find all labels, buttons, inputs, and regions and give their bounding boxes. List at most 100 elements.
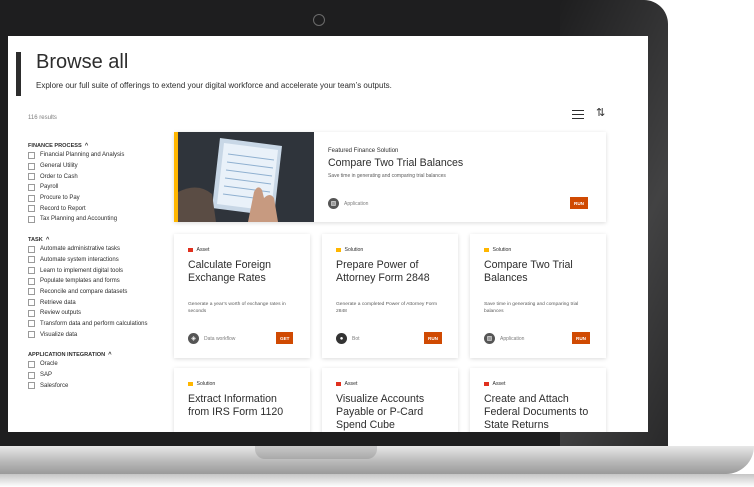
card-title[interactable]: Extract Information from IRS Form 1120 bbox=[188, 393, 300, 419]
run-button[interactable]: RUN bbox=[424, 332, 442, 344]
filter-option[interactable]: Automate administrative tasks bbox=[28, 244, 170, 255]
solution-square-icon bbox=[336, 247, 341, 253]
filter-option[interactable]: Transform data and perform calculations bbox=[28, 319, 170, 330]
filter-option[interactable]: Populate templates and forms bbox=[28, 276, 170, 287]
application-icon: ▧ bbox=[328, 198, 339, 209]
checkbox[interactable] bbox=[28, 173, 35, 181]
filter-option[interactable]: General Utility bbox=[28, 161, 170, 172]
checkbox[interactable] bbox=[28, 288, 35, 296]
laptop-shadow bbox=[0, 474, 754, 487]
checkbox[interactable] bbox=[28, 215, 35, 223]
filter-option[interactable]: Learn to implement digital tools bbox=[28, 265, 170, 276]
browser-screen: Browse all Explore our full suite of off… bbox=[8, 36, 648, 432]
filter-option[interactable]: Payroll bbox=[28, 182, 170, 193]
card-tag: Solution bbox=[188, 381, 215, 387]
filter-option[interactable]: Visualize data bbox=[28, 329, 170, 340]
results-count: 116 results bbox=[28, 115, 57, 121]
asset-square-icon bbox=[336, 381, 341, 387]
card-tag: Solution bbox=[336, 247, 363, 253]
application-icon: ▧ bbox=[484, 333, 495, 344]
laptop-base bbox=[0, 446, 754, 474]
checkbox[interactable] bbox=[28, 309, 35, 317]
card-tag: Asset bbox=[188, 247, 209, 253]
hero-accent-bar bbox=[16, 52, 21, 96]
filter-option[interactable]: SAP bbox=[28, 370, 170, 381]
solution-square-icon bbox=[188, 381, 193, 387]
checkbox[interactable] bbox=[28, 382, 35, 390]
asset-square-icon bbox=[484, 381, 489, 387]
filter-option[interactable]: Procure to Pay bbox=[28, 193, 170, 204]
checkbox[interactable] bbox=[28, 151, 35, 159]
checkbox[interactable] bbox=[28, 277, 35, 285]
filter-option[interactable]: Oracle bbox=[28, 359, 170, 370]
asset-card[interactable]: Asset Calculate Foreign Exchange Rates G… bbox=[174, 234, 310, 358]
filter-option[interactable]: Salesforce bbox=[28, 380, 170, 391]
checkbox[interactable] bbox=[28, 331, 35, 339]
checkbox[interactable] bbox=[28, 299, 35, 307]
card-title[interactable]: Prepare Power of Attorney Form 2848 bbox=[336, 259, 448, 285]
card-title[interactable]: Create and Attach Federal Documents to S… bbox=[484, 393, 596, 432]
checkbox[interactable] bbox=[28, 371, 35, 379]
filter-option[interactable]: Financial Planning and Analysis bbox=[28, 150, 170, 161]
featured-type: ▧ Application bbox=[328, 198, 368, 209]
card-title[interactable]: Compare Two Trial Balances bbox=[484, 259, 596, 285]
filter-option[interactable]: Order to Cash bbox=[28, 171, 170, 182]
solution-card[interactable]: Solution Compare Two Trial Balances Save… bbox=[470, 234, 606, 358]
run-button[interactable]: RUN bbox=[572, 332, 590, 344]
featured-content: Featured Finance Solution Compare Two Tr… bbox=[328, 148, 463, 179]
card-tag: Asset bbox=[336, 381, 357, 387]
checkbox[interactable] bbox=[28, 256, 35, 264]
card-tag: Asset bbox=[484, 381, 505, 387]
filter-option[interactable]: Review outputs bbox=[28, 308, 170, 319]
list-view-icon[interactable] bbox=[572, 110, 584, 120]
filter-option[interactable]: Retrieve data bbox=[28, 297, 170, 308]
solution-card[interactable]: Solution Prepare Power of Attorney Form … bbox=[322, 234, 458, 358]
card-type: ▧ Application bbox=[484, 333, 524, 344]
filter-group-finance-process: FINANCE PROCESS ^ Financial Planning and … bbox=[28, 142, 170, 225]
card-type: ● Bot bbox=[336, 333, 360, 344]
card-description: Save time in generating and comparing tr… bbox=[484, 302, 579, 314]
checkbox[interactable] bbox=[28, 267, 35, 275]
sort-icon[interactable]: ⇅ bbox=[596, 108, 605, 119]
checkbox[interactable] bbox=[28, 205, 35, 213]
page-title: Browse all bbox=[36, 51, 129, 73]
filter-heading[interactable]: APPLICATION INTEGRATION ^ bbox=[28, 351, 170, 359]
checkbox[interactable] bbox=[28, 183, 35, 191]
filter-group-application-integration: APPLICATION INTEGRATION ^ Oracle SAP Sale… bbox=[28, 351, 170, 391]
filter-option[interactable]: Automate system interactions bbox=[28, 255, 170, 266]
checkbox[interactable] bbox=[28, 162, 35, 170]
checkbox[interactable] bbox=[28, 320, 35, 328]
get-button[interactable]: GET bbox=[276, 332, 294, 344]
data-workflow-icon: ◈ bbox=[188, 333, 199, 344]
card-description: Generate a completed Power of Attorney F… bbox=[336, 302, 438, 314]
bot-icon: ● bbox=[336, 333, 347, 344]
filter-option[interactable]: Reconcile and compare datasets bbox=[28, 287, 170, 298]
chevron-up-icon: ^ bbox=[84, 143, 89, 149]
run-button[interactable]: RUN bbox=[570, 197, 588, 209]
checkbox[interactable] bbox=[28, 245, 35, 253]
featured-kicker: Featured Finance Solution bbox=[328, 148, 399, 154]
checkbox[interactable] bbox=[28, 194, 35, 202]
tablet-photo bbox=[178, 132, 314, 222]
asset-card[interactable]: Asset Create and Attach Federal Document… bbox=[470, 368, 606, 432]
featured-card[interactable]: Featured Finance Solution Compare Two Tr… bbox=[174, 132, 606, 222]
card-title[interactable]: Visualize Accounts Payable or P-Card Spe… bbox=[336, 393, 448, 432]
featured-title[interactable]: Compare Two Trial Balances bbox=[328, 157, 463, 169]
card-type: ◈ Data workflow bbox=[188, 333, 235, 344]
card-tag: Solution bbox=[484, 247, 511, 253]
webcam-icon bbox=[313, 14, 325, 26]
filter-heading[interactable]: FINANCE PROCESS ^ bbox=[28, 142, 170, 150]
asset-card[interactable]: Asset Visualize Accounts Payable or P-Ca… bbox=[322, 368, 458, 432]
card-description: Generate a year’s worth of exchange rate… bbox=[188, 302, 286, 314]
filter-option[interactable]: Tax Planning and Accounting bbox=[28, 214, 170, 225]
filter-group-task: TASK ^ Automate administrative tasks Auto… bbox=[28, 236, 170, 340]
filter-heading[interactable]: TASK ^ bbox=[28, 236, 170, 244]
solution-card[interactable]: Solution Extract Information from IRS Fo… bbox=[174, 368, 310, 432]
chevron-up-icon: ^ bbox=[45, 236, 50, 243]
solution-square-icon bbox=[484, 247, 489, 253]
filter-option[interactable]: Record to Report bbox=[28, 203, 170, 214]
card-title[interactable]: Calculate Foreign Exchange Rates bbox=[188, 259, 300, 285]
chevron-up-icon: ^ bbox=[108, 352, 112, 358]
asset-square-icon bbox=[188, 247, 193, 253]
checkbox[interactable] bbox=[28, 360, 35, 368]
